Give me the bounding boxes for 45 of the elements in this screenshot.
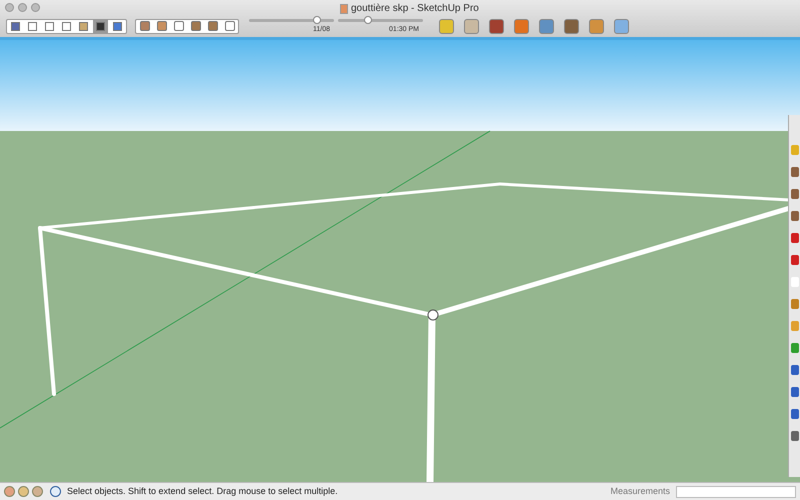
palette-tool-icon[interactable] [790,299,798,309]
cube-view-button[interactable] [8,20,23,32]
palette-tool-icon[interactable] [790,233,798,243]
toolbar-tool-icon[interactable] [564,18,579,34]
slider-thumb[interactable] [364,16,372,24]
zoom-button[interactable] [31,3,40,12]
document-icon [340,4,348,14]
close-button[interactable] [5,3,14,12]
window-title: gouttière skp - SketchUp Pro [351,2,479,16]
palette-tool-icon[interactable] [790,189,798,199]
house-view-button[interactable] [205,20,220,32]
toolbar-tool-icon[interactable] [439,18,454,34]
toolbar-tool-icon[interactable] [514,18,529,34]
help-icon[interactable] [50,486,61,497]
cube-view-button[interactable] [76,20,91,32]
toolbar-tool-icon[interactable] [589,18,604,34]
measurements-field[interactable] [676,486,796,498]
cube-view-button[interactable] [25,20,40,32]
palette-tool-icon[interactable] [790,167,798,177]
palette-tool-icon[interactable] [790,387,798,397]
palette-tool-icon[interactable] [790,343,798,353]
palette-tool-icon[interactable] [790,211,798,221]
minimize-button[interactable] [18,3,27,12]
shadow-slider-track[interactable] [338,19,423,22]
cube-view-button[interactable] [59,20,74,32]
cube-view-button[interactable] [42,20,57,32]
house-view-button[interactable] [222,20,237,32]
measurements-label: Measurements [610,484,670,498]
house-view-button[interactable] [188,20,203,32]
house-view-button[interactable] [154,20,169,32]
toolbar-tool-icon[interactable] [464,18,479,34]
house-view-button[interactable] [171,20,186,32]
cube-view-button[interactable] [110,20,125,32]
palette-tool-icon[interactable] [790,431,798,441]
cube-view-button[interactable] [93,20,108,32]
toolbar-tool-icon[interactable] [489,18,504,34]
house-view-button[interactable] [137,20,152,32]
status-hint: Select objects. Shift to extend select. Drag mouse to select multiple. [67,484,338,498]
toolbar-tool-icon[interactable] [539,18,554,34]
palette-tool-icon[interactable] [790,255,798,265]
slider-thumb[interactable] [313,16,321,24]
palette-tool-icon[interactable] [790,409,798,419]
palette-tool-icon[interactable] [790,365,798,375]
toolbar-tool-icon[interactable] [614,18,629,34]
shadow-slider-track[interactable] [249,19,334,22]
